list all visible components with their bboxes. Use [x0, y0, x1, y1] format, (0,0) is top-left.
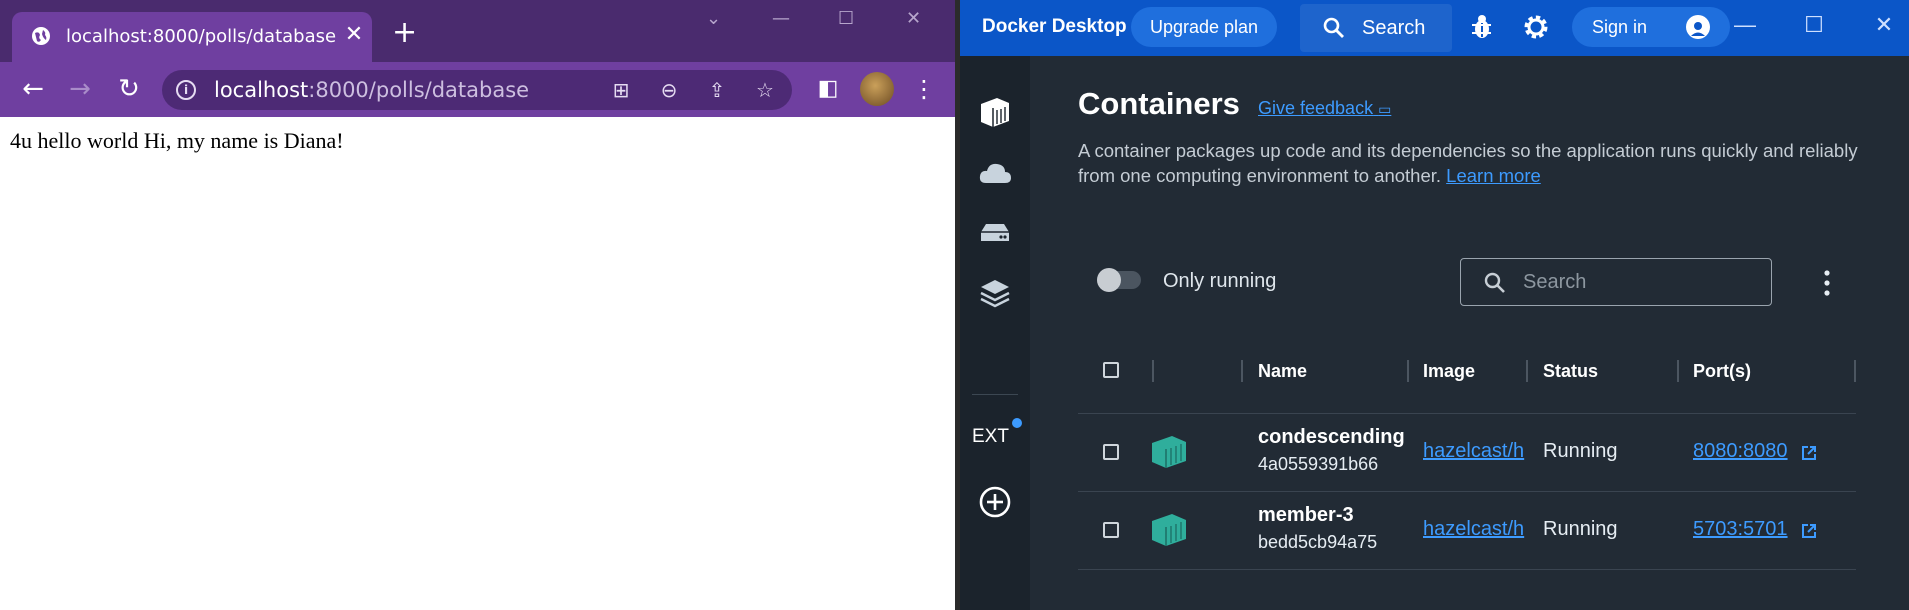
- container-id: bedd5cb94a75: [1258, 532, 1406, 553]
- docker-titlebar: Docker Desktop Upgrade plan Search Sign …: [960, 0, 1909, 56]
- docker-sidebar: EXT: [960, 56, 1030, 610]
- search-icon: [1323, 17, 1344, 38]
- minimize-icon[interactable]: —: [772, 8, 790, 29]
- tab-strip: localhost:8000/polls/database ✕ + ⌄ — ☐ …: [0, 0, 955, 62]
- site-info-icon[interactable]: i: [176, 80, 196, 100]
- notification-dot: [1012, 418, 1022, 428]
- reload-icon[interactable]: ↻: [112, 75, 146, 103]
- search-placeholder: Search: [1523, 271, 1587, 293]
- container-id: 4a0559391b66: [1258, 454, 1406, 475]
- feedback-label: Give feedback: [1258, 98, 1374, 118]
- translate-icon[interactable]: ⊞: [608, 78, 634, 102]
- forward-icon[interactable]: →: [63, 75, 97, 103]
- more-options-icon[interactable]: [1822, 268, 1832, 298]
- select-all-checkbox[interactable]: [1103, 362, 1119, 378]
- column-header-name[interactable]: Name: [1258, 361, 1307, 382]
- bug-icon[interactable]: [1471, 14, 1493, 40]
- containers-icon[interactable]: [977, 94, 1013, 130]
- container-port-link[interactable]: 8080:8080: [1693, 440, 1788, 463]
- browser-tab[interactable]: localhost:8000/polls/database ✕: [12, 12, 372, 62]
- external-link-icon[interactable]: [1800, 444, 1818, 462]
- column-header-status[interactable]: Status: [1543, 361, 1598, 382]
- sign-in-button[interactable]: Sign in: [1572, 7, 1730, 47]
- column-separator: [1677, 360, 1679, 382]
- globe-icon: [32, 27, 50, 45]
- url-path: :8000/polls/database: [308, 78, 530, 102]
- column-header-image[interactable]: Image: [1423, 361, 1475, 382]
- container-image-link[interactable]: hazelcast/h: [1423, 440, 1527, 463]
- column-header-ports[interactable]: Port(s): [1693, 361, 1751, 382]
- minimize-icon[interactable]: —: [1730, 12, 1760, 38]
- row-checkbox[interactable]: [1103, 444, 1119, 460]
- side-panel-icon[interactable]: ◧: [811, 75, 845, 103]
- browser-toolbar: ← → ↻ i localhost:8000/polls/database ⊞ …: [0, 62, 955, 117]
- browser-window: localhost:8000/polls/database ✕ + ⌄ — ☐ …: [0, 0, 955, 610]
- column-separator: [1526, 360, 1528, 382]
- close-window-icon[interactable]: ✕: [1869, 12, 1899, 38]
- close-tab-icon[interactable]: ✕: [342, 23, 366, 47]
- cloud-icon[interactable]: [977, 156, 1013, 192]
- column-separator: [1152, 360, 1154, 382]
- url-text[interactable]: localhost:8000/polls/database: [214, 78, 529, 102]
- user-icon: [1686, 15, 1710, 39]
- zoom-icon[interactable]: ⊖: [656, 78, 682, 102]
- container-id-text: 4a0559391b66: [1258, 454, 1379, 474]
- container-icon: [1152, 436, 1186, 468]
- docker-desktop-window: Docker Desktop Upgrade plan Search Sign …: [960, 0, 1909, 610]
- external-link-icon[interactable]: [1800, 522, 1818, 540]
- menu-icon[interactable]: ⋮: [907, 75, 941, 103]
- add-extension-icon[interactable]: [977, 484, 1013, 520]
- sign-in-label: Sign in: [1592, 17, 1648, 37]
- container-status: Running: [1543, 518, 1618, 540]
- learn-more-link[interactable]: Learn more: [1446, 165, 1541, 186]
- bookmark-star-icon[interactable]: ☆: [752, 78, 778, 102]
- dev-environments-icon[interactable]: [977, 274, 1013, 310]
- column-separator: [1241, 360, 1243, 382]
- url-host: localhost: [214, 78, 309, 102]
- tab-search-icon[interactable]: ⌄: [706, 8, 721, 29]
- container-name[interactable]: condescending: [1258, 426, 1406, 449]
- address-bar[interactable]: i localhost:8000/polls/database ⊞ ⊖ ⇪ ☆: [162, 70, 792, 110]
- page-body-text: 4u hello world Hi, my name is Diana!: [10, 128, 344, 153]
- global-search-button[interactable]: Search: [1300, 4, 1452, 52]
- tab-title: localhost:8000/polls/database: [66, 26, 337, 47]
- back-icon[interactable]: ←: [16, 75, 50, 103]
- column-separator: [1854, 360, 1856, 382]
- search-icon: [1484, 272, 1505, 293]
- row-checkbox[interactable]: [1103, 522, 1119, 538]
- app-title: Docker Desktop: [982, 16, 1127, 37]
- container-icon: [1152, 514, 1186, 546]
- table-row[interactable]: condescending 4a0559391b66 hazelcast/h R…: [1078, 414, 1856, 491]
- table-row[interactable]: member-3 bedd5cb94a75 hazelcast/h Runnin…: [1078, 492, 1856, 569]
- page-title: Containers: [1078, 86, 1240, 121]
- search-label: Search: [1362, 17, 1426, 39]
- profile-avatar[interactable]: [860, 72, 894, 106]
- container-port-link[interactable]: 5703:5701: [1693, 518, 1788, 541]
- sidebar-divider: [972, 394, 1018, 395]
- container-search-input[interactable]: Search: [1460, 258, 1772, 306]
- container-name-text: condescending: [1258, 426, 1405, 448]
- column-separator: [1407, 360, 1409, 382]
- feedback-icon: ▭: [1378, 101, 1392, 117]
- upgrade-plan-button[interactable]: Upgrade plan: [1131, 7, 1277, 47]
- container-image-link[interactable]: hazelcast/h: [1423, 518, 1527, 541]
- container-status: Running: [1543, 440, 1618, 462]
- row-divider: [1078, 569, 1856, 570]
- maximize-icon[interactable]: ☐: [838, 8, 854, 29]
- container-name[interactable]: member-3: [1258, 504, 1406, 527]
- gear-icon[interactable]: [1522, 13, 1550, 41]
- volumes-icon[interactable]: [977, 214, 1013, 250]
- share-icon[interactable]: ⇪: [704, 78, 730, 102]
- new-tab-button[interactable]: +: [392, 18, 417, 48]
- page-description: A container packages up code and its dep…: [1078, 138, 1878, 188]
- maximize-icon[interactable]: ☐: [1799, 12, 1829, 38]
- container-name-text: member-3: [1258, 504, 1354, 526]
- close-window-icon[interactable]: ✕: [906, 8, 921, 29]
- only-running-label: Only running: [1163, 270, 1277, 292]
- toggle-knob[interactable]: [1097, 268, 1121, 292]
- container-id-text: bedd5cb94a75: [1258, 532, 1378, 552]
- extensions-nav-item[interactable]: EXT: [972, 426, 1009, 448]
- give-feedback-link[interactable]: Give feedback ▭: [1258, 98, 1391, 119]
